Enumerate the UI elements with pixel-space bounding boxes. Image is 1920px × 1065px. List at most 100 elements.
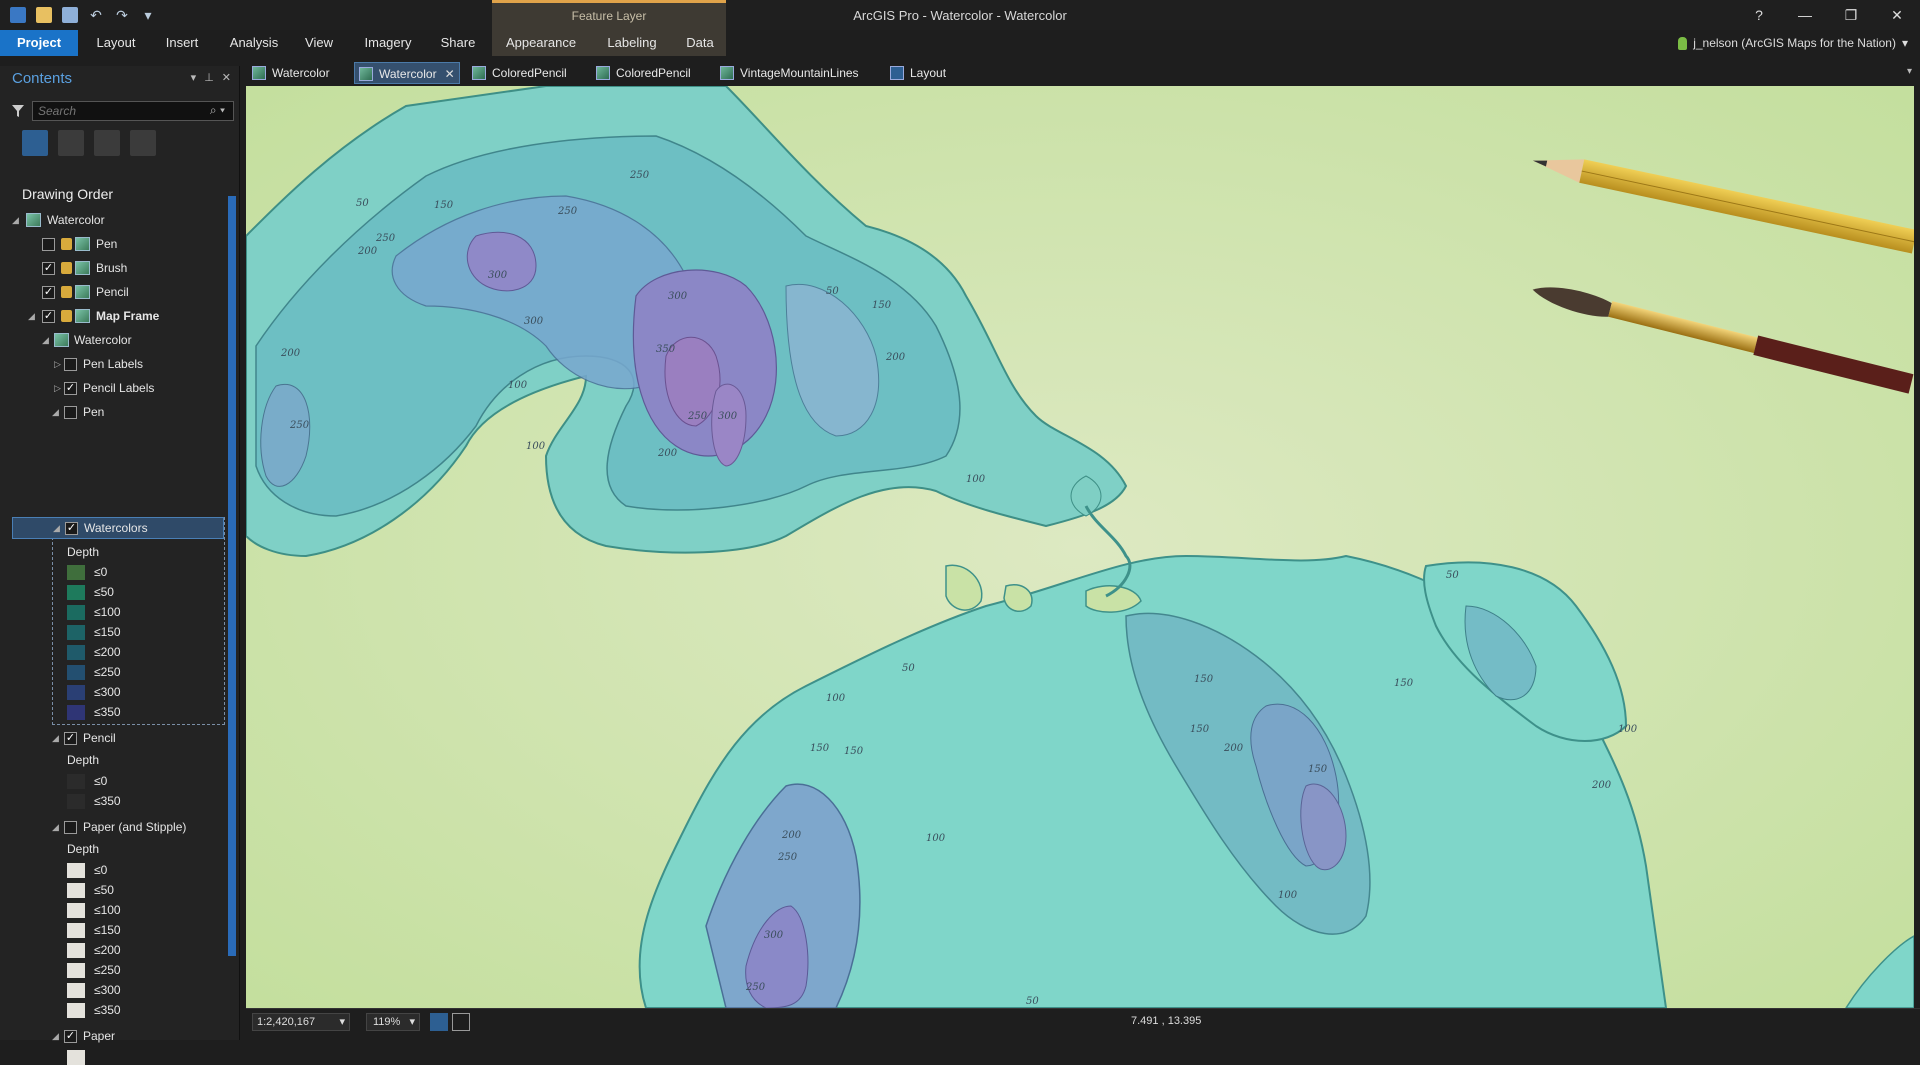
legend-class[interactable]: ≤200: [67, 642, 217, 662]
collapse-icon[interactable]: ◢: [42, 330, 52, 350]
scale-selector[interactable]: 1:2,420,167 ▾: [252, 1013, 350, 1031]
tab-imagery[interactable]: Imagery: [356, 30, 420, 56]
collapse-icon[interactable]: ◢: [52, 728, 62, 748]
legend-class[interactable]: ≤100: [67, 900, 217, 920]
close-button[interactable]: ✕: [1874, 0, 1920, 30]
legend-class[interactable]: ≤0: [67, 771, 217, 791]
grid-icon[interactable]: [452, 1013, 470, 1031]
visibility-checkbox[interactable]: ✓: [65, 522, 78, 535]
collapse-icon[interactable]: ◢: [53, 518, 63, 538]
tree-row-brush[interactable]: ✓ Brush: [12, 258, 222, 278]
tree-row-pen[interactable]: Pen: [12, 234, 222, 254]
pane-options-icon[interactable]: ▾: [191, 71, 197, 84]
legend-class[interactable]: ≤300: [67, 682, 217, 702]
legend-class[interactable]: ≤350: [67, 702, 217, 722]
expand-icon[interactable]: ▷: [54, 378, 64, 398]
lock-icon[interactable]: [61, 238, 72, 250]
pin-icon[interactable]: ⊥: [204, 71, 214, 84]
list-by-editing-icon[interactable]: [130, 130, 156, 156]
scrollbar[interactable]: [228, 196, 236, 956]
contents-pane: Contents ▾ ⊥ ✕ ⌕ ▾ Drawing Order ◢ Water…: [0, 66, 240, 1065]
lock-icon[interactable]: [61, 262, 72, 274]
user-account[interactable]: j_nelson (ArcGIS Maps for the Nation) ▾: [1678, 30, 1908, 56]
collapse-icon[interactable]: ◢: [12, 210, 22, 230]
tree-row-pencil-labels[interactable]: ▷ ✓ Pencil Labels: [12, 378, 222, 398]
tree-row-map-frame[interactable]: ◢ ✓ Map Frame: [12, 306, 222, 326]
legend-class[interactable]: ≤50: [67, 582, 217, 602]
tab-insert[interactable]: Insert: [152, 30, 212, 56]
tree-row-watercolor-map[interactable]: ◢ Watercolor: [12, 210, 222, 230]
list-by-drawing-order-icon[interactable]: [22, 130, 48, 156]
list-by-selection-icon[interactable]: [94, 130, 120, 156]
legend-class[interactable]: ≤100: [67, 602, 217, 622]
search-icon[interactable]: ⌕ ▾: [210, 103, 225, 118]
legend-class[interactable]: ≤0: [67, 562, 217, 582]
tree-row-pen-labels[interactable]: ▷ Pen Labels: [12, 354, 222, 374]
legend-class[interactable]: ≤0: [67, 860, 217, 880]
tree-row-pen-layer[interactable]: ◢ Pen: [12, 402, 222, 422]
visibility-checkbox[interactable]: [64, 821, 77, 834]
map-view[interactable]: 50 150 250 250 200 300 300 250 300 350 2…: [246, 86, 1914, 1008]
map-canvas[interactable]: 50 150 250 250 200 300 300 250 300 350 2…: [246, 86, 1914, 1008]
tree-row-pencil[interactable]: ✓ Pencil: [12, 282, 222, 302]
visibility-checkbox[interactable]: [42, 238, 55, 251]
tree-row-watercolor-sub[interactable]: ◢ Watercolor: [12, 330, 222, 350]
visibility-checkbox[interactable]: ✓: [42, 262, 55, 275]
tree-row-paper-stipple[interactable]: ◢ Paper (and Stipple): [12, 817, 222, 837]
snapping-icon[interactable]: [430, 1013, 448, 1031]
legend-class[interactable]: ≤300: [67, 980, 217, 1000]
tab-coloredpencil-1[interactable]: ColoredPencil: [468, 62, 578, 84]
legend-class[interactable]: ≤50: [67, 880, 217, 900]
tree-row-pencil-layer[interactable]: ◢ ✓ Pencil: [12, 728, 222, 748]
close-pane-icon[interactable]: ✕: [222, 71, 231, 84]
visibility-checkbox[interactable]: ✓: [64, 382, 77, 395]
close-tab-icon[interactable]: ✕: [445, 67, 455, 81]
tab-appearance[interactable]: Appearance: [498, 30, 584, 56]
collapse-icon[interactable]: ◢: [52, 1026, 62, 1046]
tab-coloredpencil-2[interactable]: ColoredPencil: [592, 62, 702, 84]
lock-icon[interactable]: [61, 310, 72, 322]
help-button[interactable]: ?: [1736, 0, 1782, 30]
depth-label: 200: [1591, 780, 1612, 791]
visibility-checkbox[interactable]: ✓: [42, 310, 55, 323]
list-by-data-source-icon[interactable]: [58, 130, 84, 156]
tree-row-paper[interactable]: ◢ ✓ Paper: [12, 1026, 222, 1046]
collapse-icon[interactable]: ◢: [52, 817, 62, 837]
legend-class[interactable]: ≤250: [67, 662, 217, 682]
expand-icon[interactable]: ▷: [54, 354, 64, 374]
visibility-checkbox[interactable]: ✓: [64, 732, 77, 745]
visibility-checkbox[interactable]: [64, 406, 77, 419]
tree-row-watercolors[interactable]: ◢ ✓ Watercolors: [12, 517, 224, 539]
lock-icon[interactable]: [61, 286, 72, 298]
collapse-icon[interactable]: ◢: [28, 306, 38, 326]
legend-class[interactable]: ≤150: [67, 622, 217, 642]
restore-button[interactable]: ❐: [1828, 0, 1874, 30]
zoom-selector[interactable]: 119% ▾: [366, 1013, 420, 1031]
collapse-icon[interactable]: ◢: [52, 402, 62, 422]
tab-project[interactable]: Project: [0, 30, 78, 56]
minimize-button[interactable]: —: [1782, 0, 1828, 30]
tab-share[interactable]: Share: [432, 30, 484, 56]
tab-view[interactable]: View: [296, 30, 342, 56]
filter-icon[interactable]: [11, 104, 25, 118]
legend-class[interactable]: ≤250: [67, 960, 217, 980]
search-input[interactable]: [33, 102, 213, 120]
visibility-checkbox[interactable]: [64, 358, 77, 371]
legend-class[interactable]: ≤350: [67, 791, 217, 811]
tab-analysis[interactable]: Analysis: [222, 30, 286, 56]
tab-watercolor-1[interactable]: Watercolor: [248, 62, 346, 84]
legend-class[interactable]: ≤150: [67, 920, 217, 940]
tab-watercolor-2[interactable]: Watercolor ✕: [354, 62, 460, 84]
tab-data[interactable]: Data: [680, 30, 720, 56]
ribbon-tabs: Project Layout Insert Analysis View Imag…: [0, 30, 1920, 56]
legend-class[interactable]: ≤200: [67, 940, 217, 960]
tab-layout-view[interactable]: Layout: [886, 62, 966, 84]
tab-vintagemountainlines[interactable]: VintageMountainLines: [716, 62, 866, 84]
visibility-checkbox[interactable]: ✓: [42, 286, 55, 299]
tab-labeling[interactable]: Labeling: [600, 30, 664, 56]
tab-overflow-icon[interactable]: ▾: [1907, 66, 1912, 77]
search-box[interactable]: ⌕ ▾: [32, 101, 234, 121]
tab-layout[interactable]: Layout: [88, 30, 144, 56]
visibility-checkbox[interactable]: ✓: [64, 1030, 77, 1043]
legend-class[interactable]: ≤350: [67, 1000, 217, 1020]
